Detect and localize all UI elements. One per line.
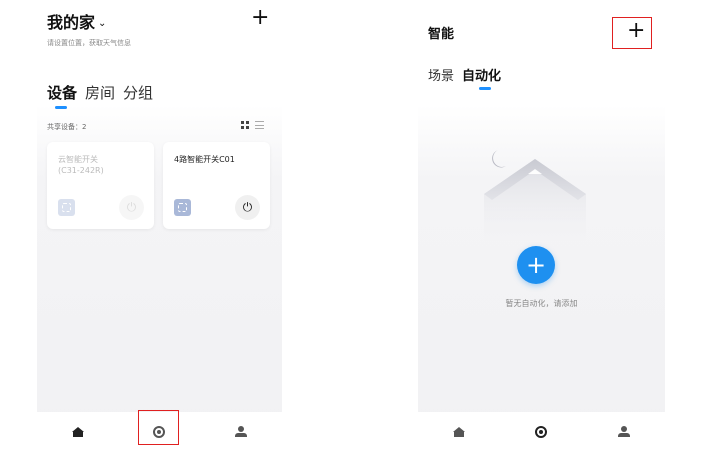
tab-groups[interactable]: 分组	[123, 82, 153, 103]
nav-profile[interactable]	[604, 412, 644, 452]
bottom-nav	[418, 412, 665, 452]
nav-profile[interactable]	[221, 412, 261, 452]
empty-state-text: 暂无自动化，请添加	[505, 299, 578, 308]
device-name-line: 云智能开关	[58, 155, 98, 164]
highlight-box-smart-tab	[138, 410, 179, 445]
power-button[interactable]: ⏻	[235, 195, 260, 220]
home-icon	[71, 427, 84, 437]
tab-automation[interactable]: 自动化	[462, 65, 501, 90]
home-icon	[453, 427, 466, 437]
home-title-text: 我的家	[47, 13, 96, 32]
chevron-down-icon[interactable]: ⌄	[98, 18, 106, 29]
power-button[interactable]: ⏻	[119, 195, 144, 220]
smart-tabs: 场景 自动化	[428, 65, 501, 90]
highlight-box-add-button	[612, 17, 652, 49]
view-toggle	[241, 121, 264, 129]
device-card[interactable]: 云智能开关 (C31-242R) ⏻	[47, 142, 154, 229]
device-name: 4路智能开关C01	[174, 154, 235, 165]
add-device-button[interactable]: +	[251, 7, 269, 29]
switch-device-icon	[58, 199, 75, 216]
switch-device-icon	[174, 199, 191, 216]
grid-view-icon[interactable]	[241, 121, 249, 129]
tab-scenes[interactable]: 场景	[428, 65, 454, 84]
empty-state-illustration	[484, 150, 586, 246]
nav-home[interactable]	[439, 412, 479, 452]
moon-icon	[492, 150, 506, 168]
list-view-icon[interactable]	[255, 121, 264, 129]
user-icon	[235, 426, 248, 438]
home-title[interactable]: 我的家 ⌄	[47, 9, 106, 33]
device-card[interactable]: 4路智能开关C01 ⏻	[163, 142, 270, 229]
user-icon	[617, 426, 630, 438]
device-name: 云智能开关 (C31-242R)	[58, 154, 104, 176]
home-tabs: 设备 房间 分组	[47, 82, 153, 109]
tab-rooms[interactable]: 房间	[85, 82, 115, 103]
smart-screen: 智能 + 场景 自动化 + 暂无自动化，请添加	[418, 0, 665, 452]
tab-devices[interactable]: 设备	[47, 82, 77, 109]
home-screen: 我的家 ⌄ 请设置位置，获取天气信息 + 设备 房间 分组 共享设备：2 云智能开…	[37, 0, 282, 452]
device-model-line: (C31-242R)	[58, 166, 104, 175]
shared-devices-count: 共享设备：2	[47, 123, 87, 131]
page-title: 智能	[428, 27, 455, 42]
weather-hint[interactable]: 请设置位置，获取天气信息	[47, 38, 131, 48]
nav-smart[interactable]	[521, 412, 561, 452]
add-automation-fab[interactable]: +	[517, 246, 555, 284]
device-name-line: 4路智能开关C01	[174, 155, 235, 164]
nav-home[interactable]	[58, 412, 98, 452]
smart-icon	[535, 426, 548, 438]
